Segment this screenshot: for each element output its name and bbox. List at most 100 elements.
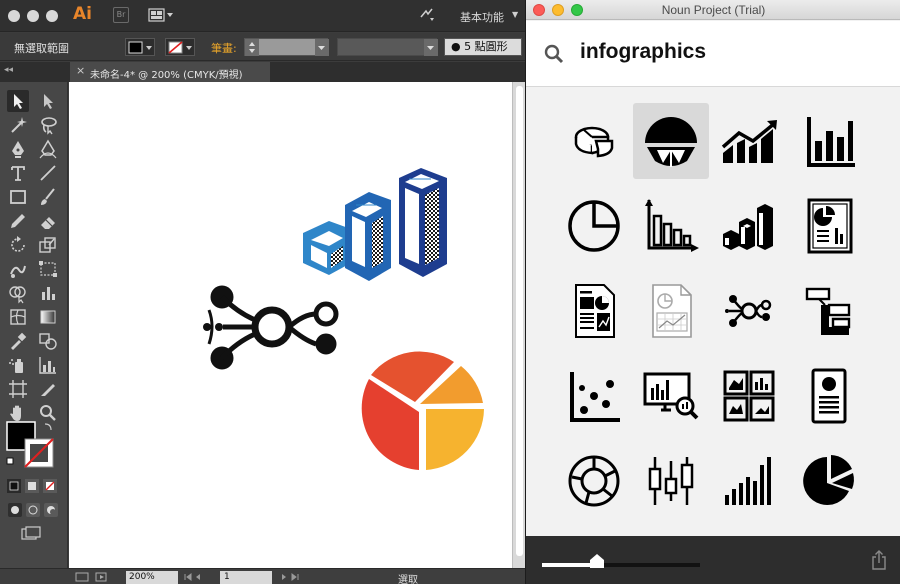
share-icon[interactable]	[871, 550, 887, 570]
result-bar-line-trend[interactable]	[711, 103, 787, 179]
artboard-canvas[interactable]	[69, 82, 512, 568]
scale-tool[interactable]	[37, 234, 59, 256]
selection-tool[interactable]	[7, 90, 29, 112]
3d-bars-icon	[723, 204, 773, 250]
sync-icon	[420, 8, 434, 21]
bar-chart-arrow-icon	[645, 199, 699, 252]
pen-tool[interactable]	[7, 138, 29, 160]
eraser-icon	[41, 217, 55, 229]
prev-artboard-icons[interactable]	[182, 572, 218, 582]
eraser-tool[interactable]	[37, 210, 59, 232]
fill-stroke-control[interactable]	[5, 420, 63, 470]
bridge-button[interactable]: Br	[113, 7, 129, 23]
curvature-pen-icon	[39, 139, 57, 159]
free-transform-tool[interactable]	[37, 258, 59, 280]
rectangle-tool[interactable]	[7, 186, 29, 208]
minimize-window-button[interactable]	[27, 10, 39, 22]
column-graph-tool[interactable]	[37, 282, 59, 304]
bar-graph-tool[interactable]	[37, 354, 59, 376]
result-dashboard-grid[interactable]	[711, 358, 787, 434]
eyedropper-tool[interactable]	[7, 330, 29, 352]
result-profile-report[interactable]	[791, 358, 867, 434]
blend-tool[interactable]	[37, 330, 59, 352]
zoom-window-button[interactable]	[46, 10, 58, 22]
document-tab-title: 未命名-4* @ 200% (CMYK/預視)	[90, 70, 243, 81]
sync-settings-button[interactable]	[418, 7, 436, 23]
close-tab-button[interactable]: ×	[76, 64, 85, 77]
result-scatter-plot[interactable]	[556, 358, 632, 434]
faded-document-icon	[652, 284, 692, 338]
result-rising-bars[interactable]	[711, 443, 787, 519]
arrow-cursor-icon	[14, 94, 23, 109]
magic-wand-tool[interactable]	[7, 114, 29, 136]
eyedropper-icon	[11, 332, 27, 350]
search-input[interactable]: infographics	[580, 40, 706, 64]
close-window-button[interactable]	[8, 10, 20, 22]
rotate-icon	[11, 236, 25, 252]
zoom-level-field[interactable]: 200%	[126, 571, 178, 584]
profile-report-icon	[811, 368, 847, 424]
dropdown-arrow-icon	[424, 39, 438, 56]
result-bar-chart-arrow[interactable]	[633, 188, 709, 264]
shape-builder-tool[interactable]	[7, 282, 29, 304]
result-network-nodes[interactable]	[711, 273, 787, 349]
color-mode-buttons[interactable]	[5, 478, 63, 494]
artboard-nav-icons[interactable]	[74, 571, 122, 583]
direct-selection-tool[interactable]	[37, 90, 59, 112]
brush-definition[interactable]: ● 5 點圓形	[444, 38, 522, 56]
scrollbar-thumb[interactable]	[516, 86, 523, 556]
artboard-tool[interactable]	[7, 378, 29, 400]
arrange-documents-button[interactable]	[148, 7, 174, 23]
stepper-arrows-icon	[245, 39, 329, 56]
screen-mode-button[interactable]	[20, 526, 44, 542]
result-pie-3d[interactable]	[556, 103, 632, 179]
stroke-weight-field[interactable]	[244, 38, 329, 56]
rotate-tool[interactable]	[7, 234, 29, 256]
paintbrush-tool[interactable]	[37, 186, 59, 208]
pencil-tool[interactable]	[7, 210, 29, 232]
scatter-plot-icon	[570, 372, 620, 422]
stroke-weight-label[interactable]: 筆畫:	[211, 40, 237, 56]
result-monitor-magnifier[interactable]	[633, 358, 709, 434]
curvature-tool[interactable]	[37, 138, 59, 160]
tools-panel	[0, 82, 68, 568]
mesh-tool[interactable]	[7, 306, 29, 328]
fill-color-icon	[128, 41, 152, 54]
drawing-mode-buttons[interactable]	[7, 502, 63, 518]
next-artboard-icons[interactable]	[278, 572, 322, 582]
result-document-charts[interactable]	[556, 273, 632, 349]
document-tab[interactable]: × 未命名-4* @ 200% (CMYK/預視)	[70, 62, 270, 82]
artboard-number-field[interactable]: 1	[220, 571, 272, 584]
warp-tool[interactable]	[7, 258, 29, 280]
result-flow-blocks[interactable]	[791, 273, 867, 349]
brush-name: 5 點圓形	[464, 40, 508, 53]
lasso-tool[interactable]	[37, 114, 59, 136]
type-tool[interactable]	[7, 162, 29, 184]
gradient-tool[interactable]	[37, 306, 59, 328]
result-faded-document[interactable]	[633, 273, 709, 349]
line-tool[interactable]	[37, 162, 59, 184]
icon-size-slider[interactable]	[542, 563, 700, 567]
blend-icon	[39, 333, 57, 350]
symbol-sprayer-tool[interactable]	[7, 354, 29, 376]
pencil-icon	[11, 214, 25, 228]
result-candlestick[interactable]	[633, 443, 709, 519]
workspace-switcher[interactable]: 基本功能	[460, 9, 504, 25]
result-half-pie[interactable]	[633, 103, 709, 179]
collapse-panel-icon[interactable]: ◂◂	[4, 65, 13, 75]
icon-results-grid	[526, 88, 900, 536]
result-3d-bars[interactable]	[711, 188, 787, 264]
result-report-document[interactable]	[791, 188, 867, 264]
chevron-down-icon: ▼	[512, 10, 519, 19]
result-exploded-pie[interactable]	[791, 443, 867, 519]
vertical-scrollbar[interactable]	[512, 82, 525, 568]
illustrator-status-bar: 200% 1 選取	[0, 568, 525, 584]
result-donut-chart[interactable]	[556, 443, 632, 519]
slider-thumb-icon[interactable]	[590, 554, 604, 568]
variable-width-profile[interactable]	[337, 38, 438, 56]
fill-swatch[interactable]	[125, 38, 155, 56]
result-bar-chart-axis[interactable]	[791, 103, 867, 179]
result-pie-outline[interactable]	[556, 188, 632, 264]
slice-tool[interactable]	[37, 378, 59, 400]
stroke-swatch[interactable]	[165, 38, 195, 56]
